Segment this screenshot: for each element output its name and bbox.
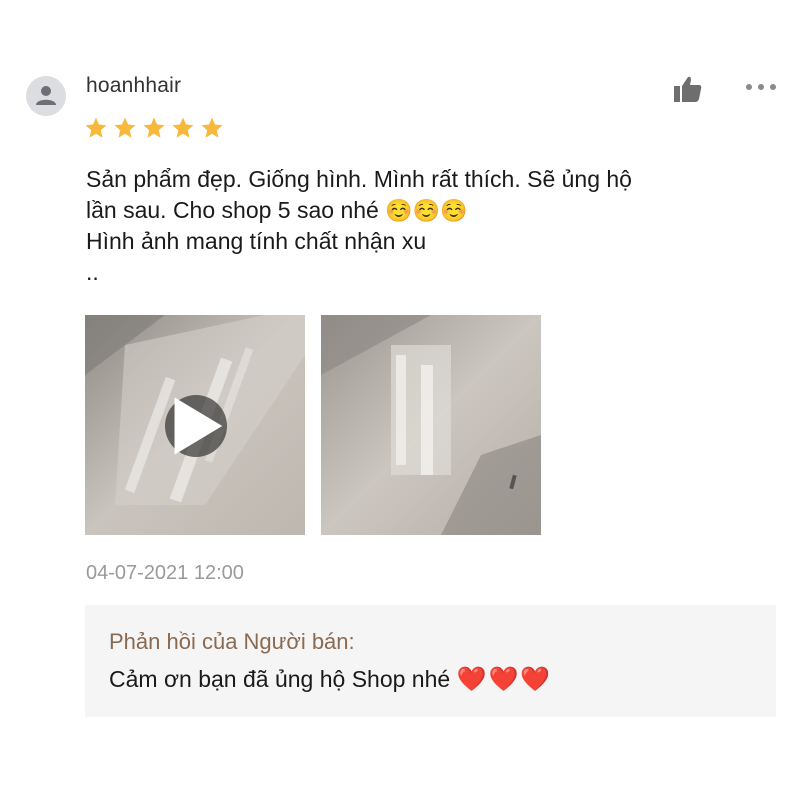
review-line: Sản phẩm đẹp. Giống hình. Mình rất thích… [86,166,632,192]
star-rating [84,116,224,140]
review-line: .. [86,258,99,285]
reviewer-username[interactable]: hoanhhair [86,74,181,98]
heart-emoji: ❤️❤️❤️ [456,666,553,693]
review-video-thumbnail[interactable] [85,315,305,535]
review-line: Hình ảnh mang tính chất nhận xu [86,228,427,254]
user-avatar-icon [36,86,56,105]
more-dots-icon[interactable] [744,80,778,94]
star-icon [114,117,136,138]
avatar[interactable] [26,76,66,116]
play-button[interactable] [165,395,227,457]
star-icon [201,117,223,138]
star-icon [143,117,165,138]
seller-reply-title: Phản hồi của Người bán: [109,629,355,654]
review-line: lần sau. Cho shop 5 sao nhé ☺️☺️☺️ [86,195,786,227]
star-icon [85,117,107,138]
seller-reply: Phản hồi của Người bán: Cảm ơn bạn đã ủn… [85,605,776,717]
review-timestamp: 04-07-2021 12:00 [86,562,244,584]
photo-thumbnail-image [321,315,541,535]
star-icon [172,117,194,138]
seller-reply-text: Cảm ơn bạn đã ủng hộ Shop nhé ❤️❤️❤️ [109,665,552,694]
review-photo-thumbnail[interactable] [321,315,541,535]
seller-reply-message: Cảm ơn bạn đã ủng hộ Shop nhé [109,666,457,692]
review-text: Sản phẩm đẹp. Giống hình. Mình rất thích… [86,164,786,287]
play-icon [174,397,223,455]
review-line-text: lần sau. Cho shop 5 sao nhé [86,196,386,223]
smiling-emoji: ☺️☺️☺️ [385,197,468,223]
thumbs-up-icon[interactable] [672,74,704,104]
